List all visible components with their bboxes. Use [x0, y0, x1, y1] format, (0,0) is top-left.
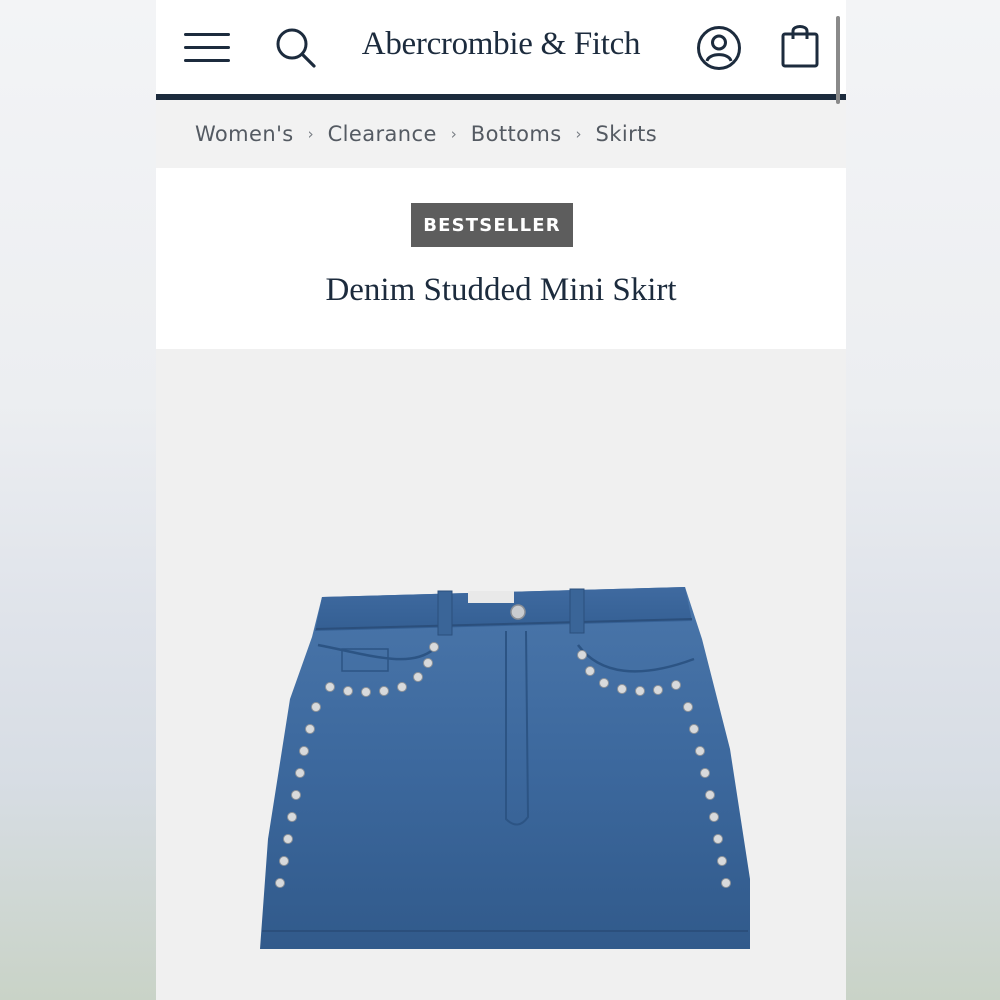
bestseller-badge: BESTSELLER [411, 203, 573, 247]
brand-logo[interactable]: Abercrombie & Fitch [346, 26, 656, 63]
background-left [0, 0, 156, 1000]
background-right [846, 0, 1000, 1000]
breadcrumb-bar: Women's › Clearance › Bottoms › Skirts [156, 106, 846, 168]
product-title-card: BESTSELLER Denim Studded Mini Skirt [156, 168, 846, 349]
chevron-right-icon: › [307, 125, 314, 143]
breadcrumb-bottoms[interactable]: Bottoms [471, 122, 562, 146]
site-header: Abercrombie & Fitch [156, 0, 846, 104]
shopping-bag-icon[interactable] [780, 21, 820, 69]
product-title: Denim Studded Mini Skirt [325, 272, 677, 308]
breadcrumb-clearance[interactable]: Clearance [328, 122, 437, 146]
product-image[interactable] [156, 349, 846, 1000]
breadcrumb-womens[interactable]: Women's [195, 122, 294, 146]
chevron-right-icon: › [575, 125, 582, 143]
chevron-right-icon: › [450, 125, 457, 143]
scrollbar[interactable] [836, 16, 840, 104]
search-icon[interactable] [274, 26, 318, 70]
breadcrumb: Women's › Clearance › Bottoms › Skirts [195, 122, 657, 146]
denim-skirt-image [260, 587, 750, 949]
account-icon[interactable] [696, 25, 742, 71]
product-page: Abercrombie & Fitch Women's › Clearance … [156, 0, 846, 1000]
hamburger-menu-icon[interactable] [184, 30, 232, 66]
breadcrumb-skirts[interactable]: Skirts [596, 122, 658, 146]
